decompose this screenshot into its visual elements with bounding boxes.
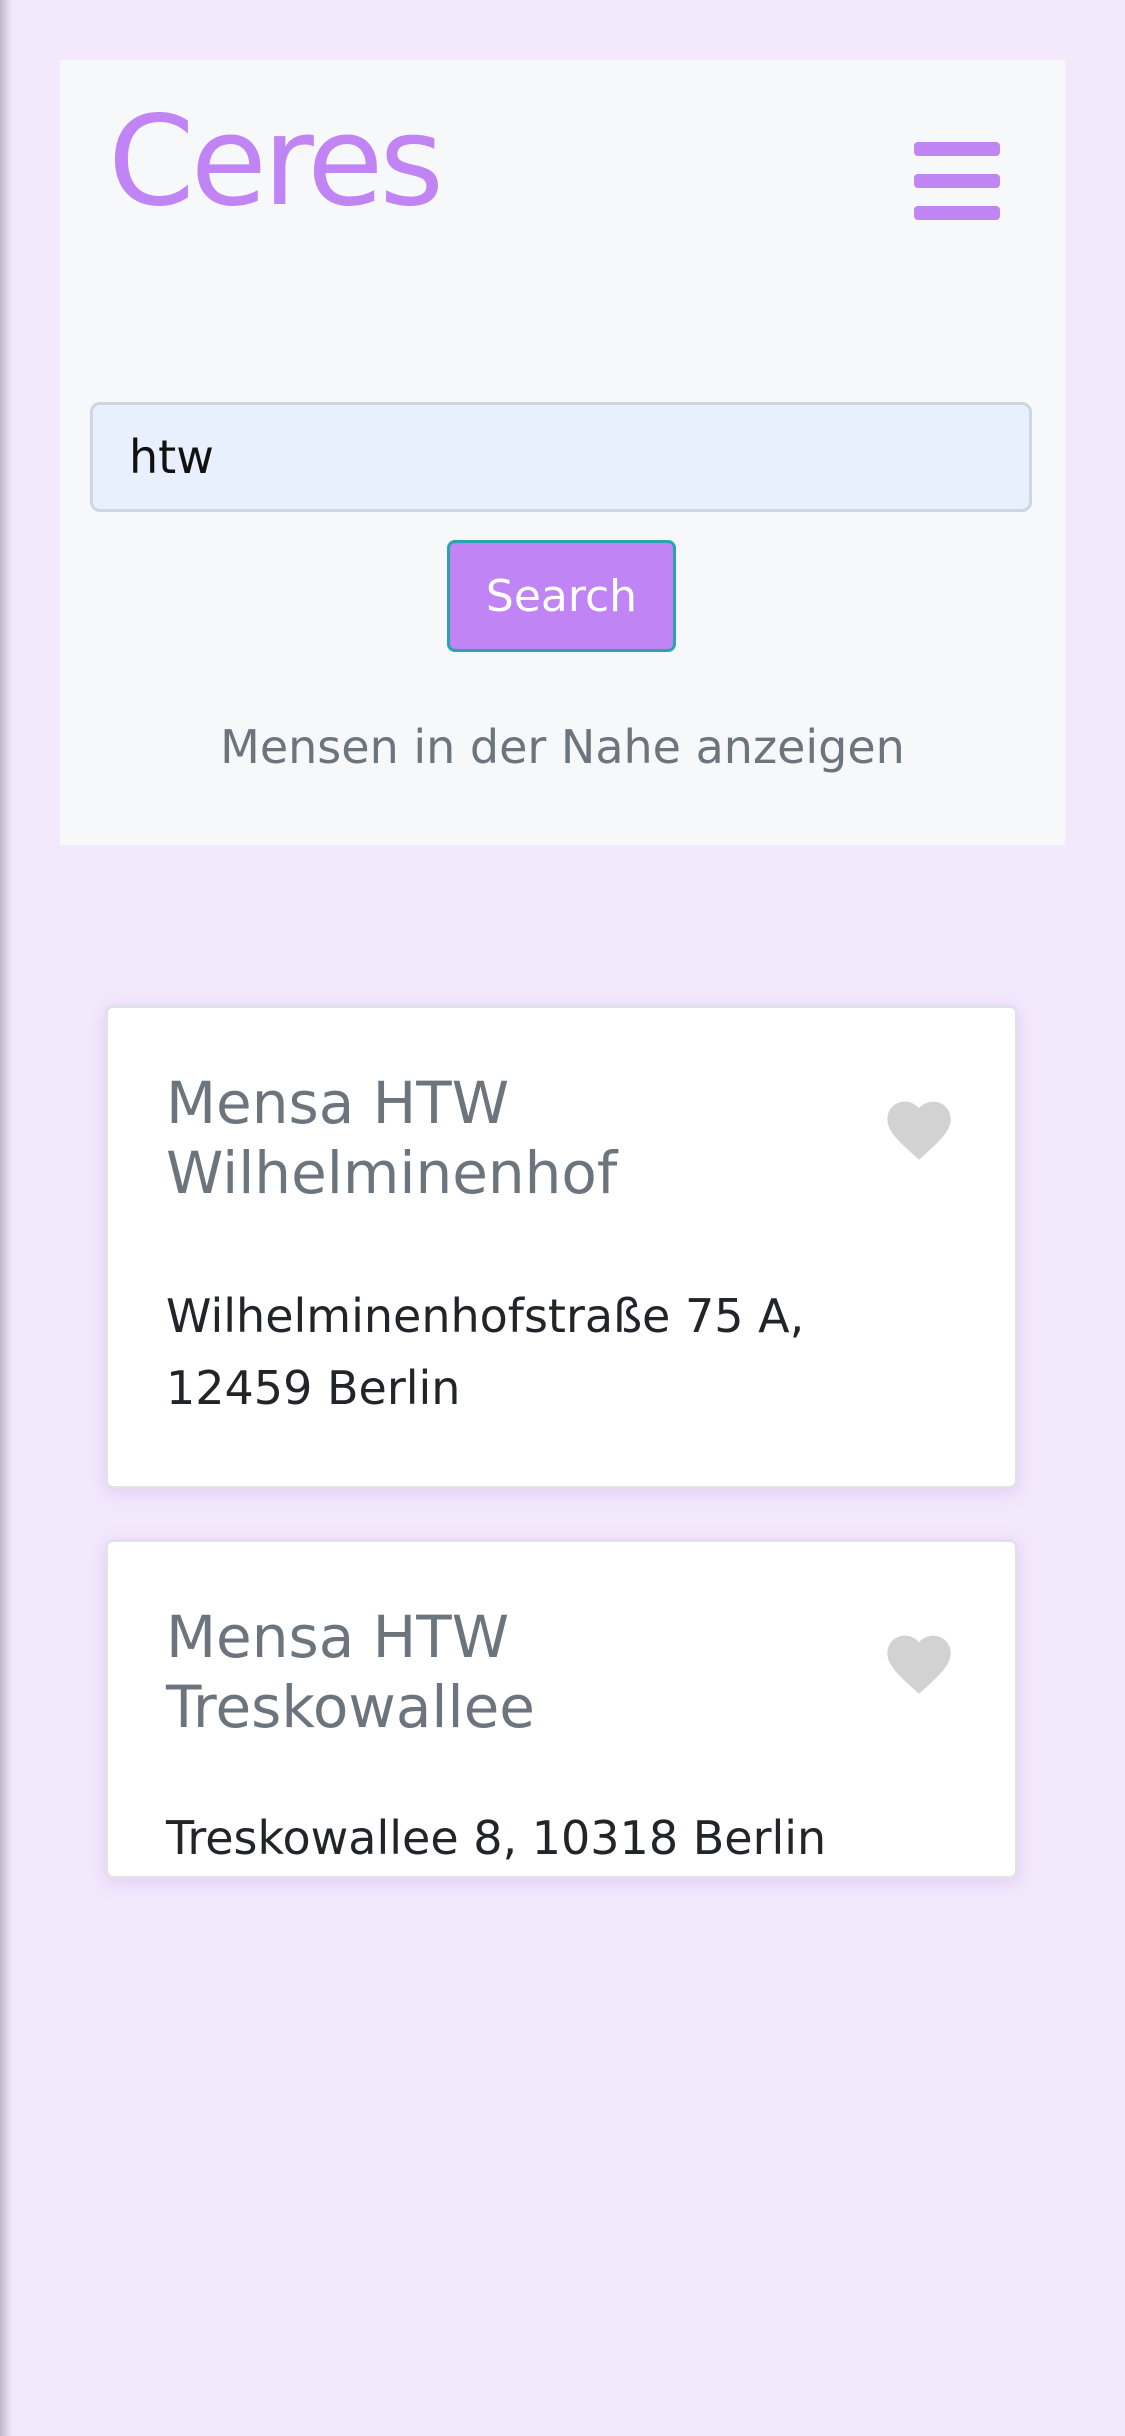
header-panel: Ceres Search Mensen in der Nahe anzeigen — [60, 60, 1065, 845]
heart-icon[interactable] — [881, 1092, 957, 1162]
app-logo[interactable]: Ceres — [108, 100, 444, 224]
search-button[interactable]: Search — [447, 540, 676, 652]
canteen-card[interactable]: Mensa HTW Treskowallee Treskowallee 8, 1… — [105, 1539, 1018, 1879]
heart-icon[interactable] — [881, 1626, 957, 1696]
search-results-list: Mensa HTW Wilhelminenhof Wilhelminenhofs… — [105, 1005, 1018, 1929]
menu-bar-middle — [914, 174, 1000, 188]
window-edge-shadow — [0, 0, 12, 2436]
menu-bar-bottom — [914, 206, 1000, 220]
canteen-card[interactable]: Mensa HTW Wilhelminenhof Wilhelminenhofs… — [105, 1005, 1018, 1489]
canteen-name: Mensa HTW Treskowallee — [166, 1603, 535, 1741]
show-nearby-canteens-link[interactable]: Mensen in der Nahe anzeigen — [60, 720, 1065, 774]
canteen-address: Wilhelminenhofstraße 75 A, 12459 Berlin — [166, 1289, 805, 1415]
hamburger-menu-icon[interactable] — [914, 142, 1000, 222]
canteen-address: Treskowallee 8, 10318 Berlin — [166, 1811, 827, 1865]
canteen-name: Mensa HTW Wilhelminenhof — [166, 1069, 618, 1207]
search-input[interactable] — [90, 402, 1032, 512]
menu-bar-top — [914, 142, 1000, 156]
